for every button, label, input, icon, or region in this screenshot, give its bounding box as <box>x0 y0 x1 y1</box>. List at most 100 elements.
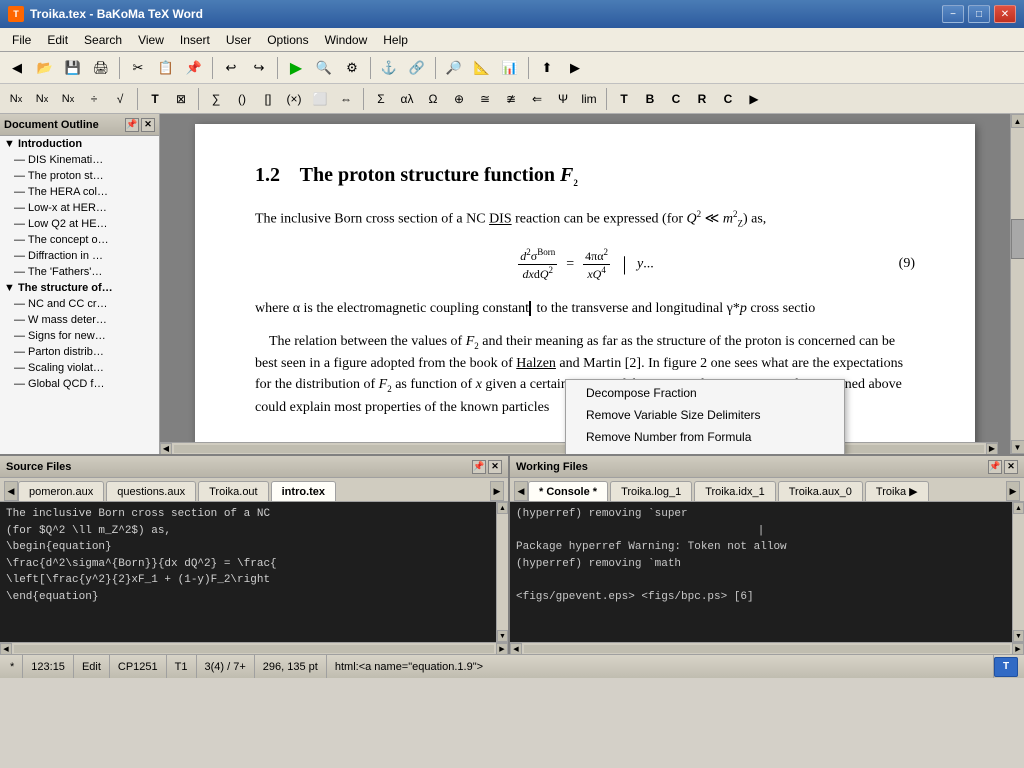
tab-questions-aux[interactable]: questions.aux <box>106 481 196 501</box>
working-panel-close[interactable]: ✕ <box>1004 460 1018 474</box>
menu-options[interactable]: Options <box>259 29 316 51</box>
math-more-btn[interactable]: ▶ <box>742 87 766 111</box>
tab-intro-tex[interactable]: intro.tex <box>271 481 336 501</box>
menu-file[interactable]: File <box>4 29 39 51</box>
math-T2-btn[interactable]: T <box>612 87 636 111</box>
source-panel-close[interactable]: ✕ <box>488 460 502 474</box>
math-sqrt-btn[interactable]: √ <box>108 87 132 111</box>
outline-item[interactable]: — Signs for new… <box>0 328 159 344</box>
copy-button[interactable]: 📋 <box>153 55 179 81</box>
tab-troika-more[interactable]: Troika ▶ <box>865 481 929 501</box>
menu-window[interactable]: Window <box>317 29 376 51</box>
console-content[interactable]: (hyperref) removing `super | Package hyp… <box>510 502 1012 642</box>
outline-item[interactable]: ▼ The structure of… <box>0 280 159 296</box>
math-paren-btn[interactable]: () <box>230 87 254 111</box>
open-button[interactable]: 📂 <box>32 55 58 81</box>
scroll-left-button[interactable]: ◀ <box>160 443 172 455</box>
maximize-button[interactable]: □ <box>968 5 990 23</box>
math-arr-btn[interactable]: ⇔ <box>334 87 358 111</box>
math-box-btn[interactable]: ⬜ <box>308 87 332 111</box>
math-B-btn[interactable]: B <box>638 87 662 111</box>
math-C-btn[interactable]: C <box>664 87 688 111</box>
search-button[interactable]: 🔍 <box>311 55 337 81</box>
minimize-button[interactable]: − <box>942 5 964 23</box>
outline-item[interactable]: — NC and CC cr… <box>0 296 159 312</box>
undo-button[interactable]: ↩ <box>218 55 244 81</box>
menu-user[interactable]: User <box>218 29 259 51</box>
scroll-thumb[interactable] <box>1011 219 1024 259</box>
ctx-decompose-fraction[interactable]: Decompose Fraction <box>566 382 844 404</box>
source-panel-pin[interactable]: 📌 <box>472 460 486 474</box>
math-xbox-btn[interactable]: ⊠ <box>169 87 193 111</box>
math-nx3-btn[interactable]: Nx <box>56 87 80 111</box>
math-ncong-btn[interactable]: ≇ <box>499 87 523 111</box>
working-tabs-left[interactable]: ◀ <box>514 481 528 501</box>
math-sum-btn[interactable]: ∑ <box>204 87 228 111</box>
menu-view[interactable]: View <box>130 29 172 51</box>
paste-button[interactable]: 📌 <box>181 55 207 81</box>
outline-item[interactable]: — DIS Kinemati… <box>0 152 159 168</box>
scroll-down-button[interactable]: ▼ <box>1011 440 1024 454</box>
settings-button[interactable]: ⚙ <box>339 55 365 81</box>
math-T-btn[interactable]: T <box>143 87 167 111</box>
menu-help[interactable]: Help <box>375 29 416 51</box>
menu-edit[interactable]: Edit <box>39 29 76 51</box>
menu-insert[interactable]: Insert <box>172 29 218 51</box>
source-scroll-left[interactable]: ◀ <box>0 643 12 655</box>
math-oplus-btn[interactable]: ⊕ <box>447 87 471 111</box>
math-larr-btn[interactable]: ⇐ <box>525 87 549 111</box>
working-tabs-right[interactable]: ▶ <box>1006 481 1020 501</box>
outline-item[interactable]: — The 'Fathers'… <box>0 264 159 280</box>
console-scroll-left[interactable]: ◀ <box>510 643 522 655</box>
console-scroll-right[interactable]: ▶ <box>1012 643 1024 655</box>
close-button[interactable]: ✕ <box>994 5 1016 23</box>
math-brack-btn[interactable]: [] <box>256 87 280 111</box>
scroll-right-button[interactable]: ▶ <box>986 443 998 455</box>
outline-item[interactable]: — Diffraction in … <box>0 248 159 264</box>
console-scroll-down[interactable]: ▼ <box>1013 630 1024 642</box>
math-omega-btn[interactable]: Ω <box>421 87 445 111</box>
math-x-btn[interactable]: (×) <box>282 87 306 111</box>
document-view[interactable]: 1.2 The proton structure function F2 The… <box>160 114 1010 454</box>
tab-console[interactable]: * Console * <box>528 481 608 501</box>
run-button[interactable]: ▶ <box>283 55 309 81</box>
outline-item[interactable]: — The HERA col… <box>0 184 159 200</box>
outline-scroll[interactable]: ▼ Introduction — DIS Kinemati… — The pro… <box>0 136 159 454</box>
math-nx-btn[interactable]: Nx <box>4 87 28 111</box>
link-button[interactable]: 🔗 <box>404 55 430 81</box>
source-scroll-up[interactable]: ▲ <box>497 502 508 514</box>
math-R-btn[interactable]: R <box>690 87 714 111</box>
menu-search[interactable]: Search <box>76 29 130 51</box>
outline-item[interactable]: — W mass deter… <box>0 312 159 328</box>
tab-pomeron-aux[interactable]: pomeron.aux <box>18 481 104 501</box>
ctx-remove-number[interactable]: Remove Number from Formula <box>566 426 844 448</box>
source-tabs-left[interactable]: ◀ <box>4 481 18 501</box>
source-content[interactable]: The inclusive Born cross section of a NC… <box>0 502 496 642</box>
ctx-delete-formula[interactable]: Delete Display Math Formula <box>566 448 844 454</box>
working-panel-pin[interactable]: 📌 <box>988 460 1002 474</box>
math-cong-btn[interactable]: ≅ <box>473 87 497 111</box>
back-button[interactable]: ◀ <box>4 55 30 81</box>
tab-troika-aux0[interactable]: Troika.aux_0 <box>778 481 863 501</box>
scroll-up-button[interactable]: ▲ <box>1011 114 1024 128</box>
tab-troika-log[interactable]: Troika.log_1 <box>610 481 692 501</box>
source-tabs-right[interactable]: ▶ <box>490 481 504 501</box>
cut-button[interactable]: ✂ <box>125 55 151 81</box>
math-lim-btn[interactable]: lim <box>577 87 601 111</box>
redo-button[interactable]: ↪ <box>246 55 272 81</box>
outline-item[interactable]: — The concept o… <box>0 232 159 248</box>
print-button[interactable]: 🖨 <box>88 55 114 81</box>
source-scrollbar[interactable]: ▲ ▼ <box>496 502 508 642</box>
save-button[interactable]: 💾 <box>60 55 86 81</box>
ctx-remove-delimiters[interactable]: Remove Variable Size Delimiters <box>566 404 844 426</box>
more-button[interactable]: ▶ <box>562 55 588 81</box>
outline-item[interactable]: — Parton distrib… <box>0 344 159 360</box>
chart-button[interactable]: 📊 <box>497 55 523 81</box>
up-button[interactable]: ⬆ <box>534 55 560 81</box>
outline-item[interactable]: — Low Q2 at HE… <box>0 216 159 232</box>
outline-item[interactable]: — The proton st… <box>0 168 159 184</box>
math-psi-btn[interactable]: Ψ <box>551 87 575 111</box>
tab-troika-idx[interactable]: Troika.idx_1 <box>694 481 776 501</box>
anchor-button[interactable]: ⚓ <box>376 55 402 81</box>
math-sigma-btn[interactable]: Σ <box>369 87 393 111</box>
